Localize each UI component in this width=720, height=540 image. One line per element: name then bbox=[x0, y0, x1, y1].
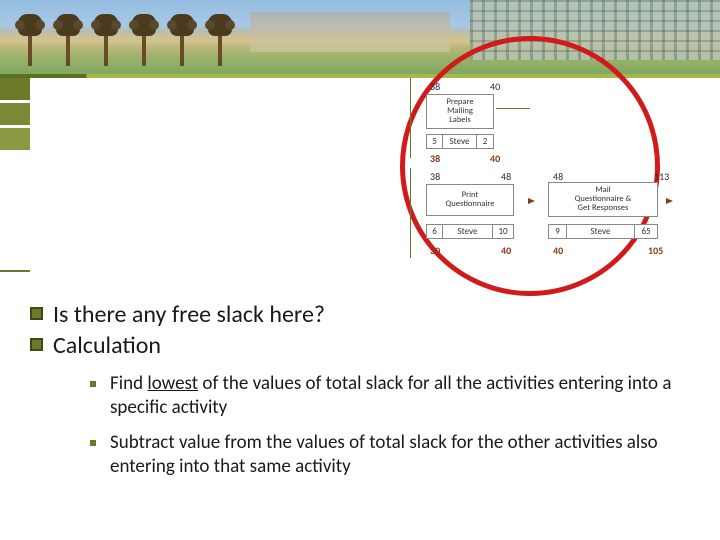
num: 40 bbox=[553, 244, 563, 257]
building-graphic bbox=[250, 12, 450, 52]
arrow-icon bbox=[666, 198, 673, 204]
activity-box-print: Print Questionnaire bbox=[426, 184, 514, 216]
bullet-icon bbox=[90, 381, 96, 387]
num: 38 bbox=[430, 80, 440, 93]
tree-icon bbox=[94, 14, 118, 66]
tree-icon bbox=[208, 14, 232, 66]
tree-icon bbox=[170, 14, 194, 66]
bullet-icon bbox=[30, 307, 43, 320]
list-item: Find lowest of the values of total slack… bbox=[90, 372, 700, 421]
building-graphic bbox=[470, 0, 720, 60]
resource-row: 5 Steve 2 bbox=[426, 134, 494, 149]
network-diagram: 38 40 Prepare Mailing Labels 5 Steve 2 3… bbox=[408, 78, 698, 290]
num: 40 bbox=[490, 152, 500, 165]
sub-text: Subtract value from the values of total … bbox=[110, 431, 700, 480]
resource-row: 6 Steve 10 bbox=[426, 224, 514, 239]
arrow-icon bbox=[528, 198, 535, 204]
num: 40 bbox=[490, 80, 500, 93]
resource-row: 9 Steve 65 bbox=[548, 224, 658, 239]
num: 105 bbox=[648, 244, 663, 257]
bullet-icon bbox=[30, 338, 43, 351]
tree-icon bbox=[18, 14, 42, 66]
header-banner bbox=[0, 0, 720, 74]
activity-box-prepare: Prepare Mailing Labels bbox=[426, 94, 494, 129]
num: 48 bbox=[501, 170, 511, 183]
content: Is there any free slack here? Calculatio… bbox=[30, 300, 700, 489]
num: 30 bbox=[430, 244, 440, 257]
tree-icon bbox=[56, 14, 80, 66]
bullet-icon bbox=[90, 440, 96, 446]
num: 40 bbox=[501, 244, 511, 257]
list-item: Calculation bbox=[30, 331, 700, 360]
bullet-text: Calculation bbox=[53, 331, 161, 360]
bullet-text: Is there any free slack here? bbox=[53, 300, 325, 329]
tree-icon bbox=[132, 14, 156, 66]
list-item: Is there any free slack here? bbox=[30, 300, 700, 329]
list-item: Subtract value from the values of total … bbox=[90, 431, 700, 480]
sidebar-deco bbox=[0, 78, 36, 278]
sub-text: Find lowest of the values of total slack… bbox=[110, 372, 700, 421]
num: 38 bbox=[430, 170, 440, 183]
num: 38 bbox=[430, 152, 440, 165]
activity-box-mail: Mail Questionnaire & Get Responses bbox=[548, 182, 658, 217]
